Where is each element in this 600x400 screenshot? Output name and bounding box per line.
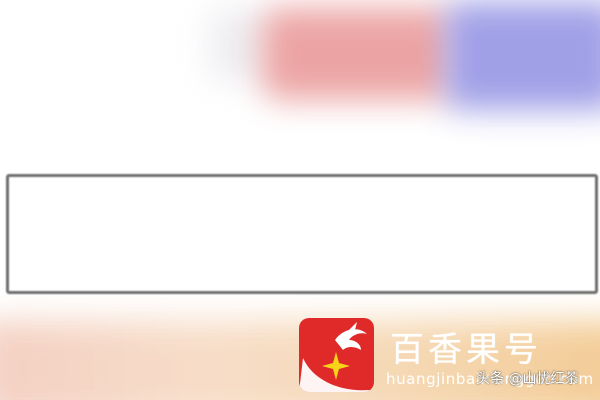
blurred-background-region bbox=[210, 10, 270, 80]
passion-fruit-star-logo-icon bbox=[299, 318, 374, 392]
blurred-red-tile bbox=[262, 8, 452, 100]
main-text-input[interactable] bbox=[6, 174, 598, 294]
toutiao-watermark: 头条 @山忧红茶 bbox=[476, 371, 579, 387]
screenshot-canvas: 百香果号 huangjinbaixiangguo.com 头条 @山忧红茶 bbox=[0, 0, 600, 400]
blurred-blue-tile bbox=[445, 2, 600, 110]
brand-name: 百香果号 bbox=[390, 330, 542, 370]
